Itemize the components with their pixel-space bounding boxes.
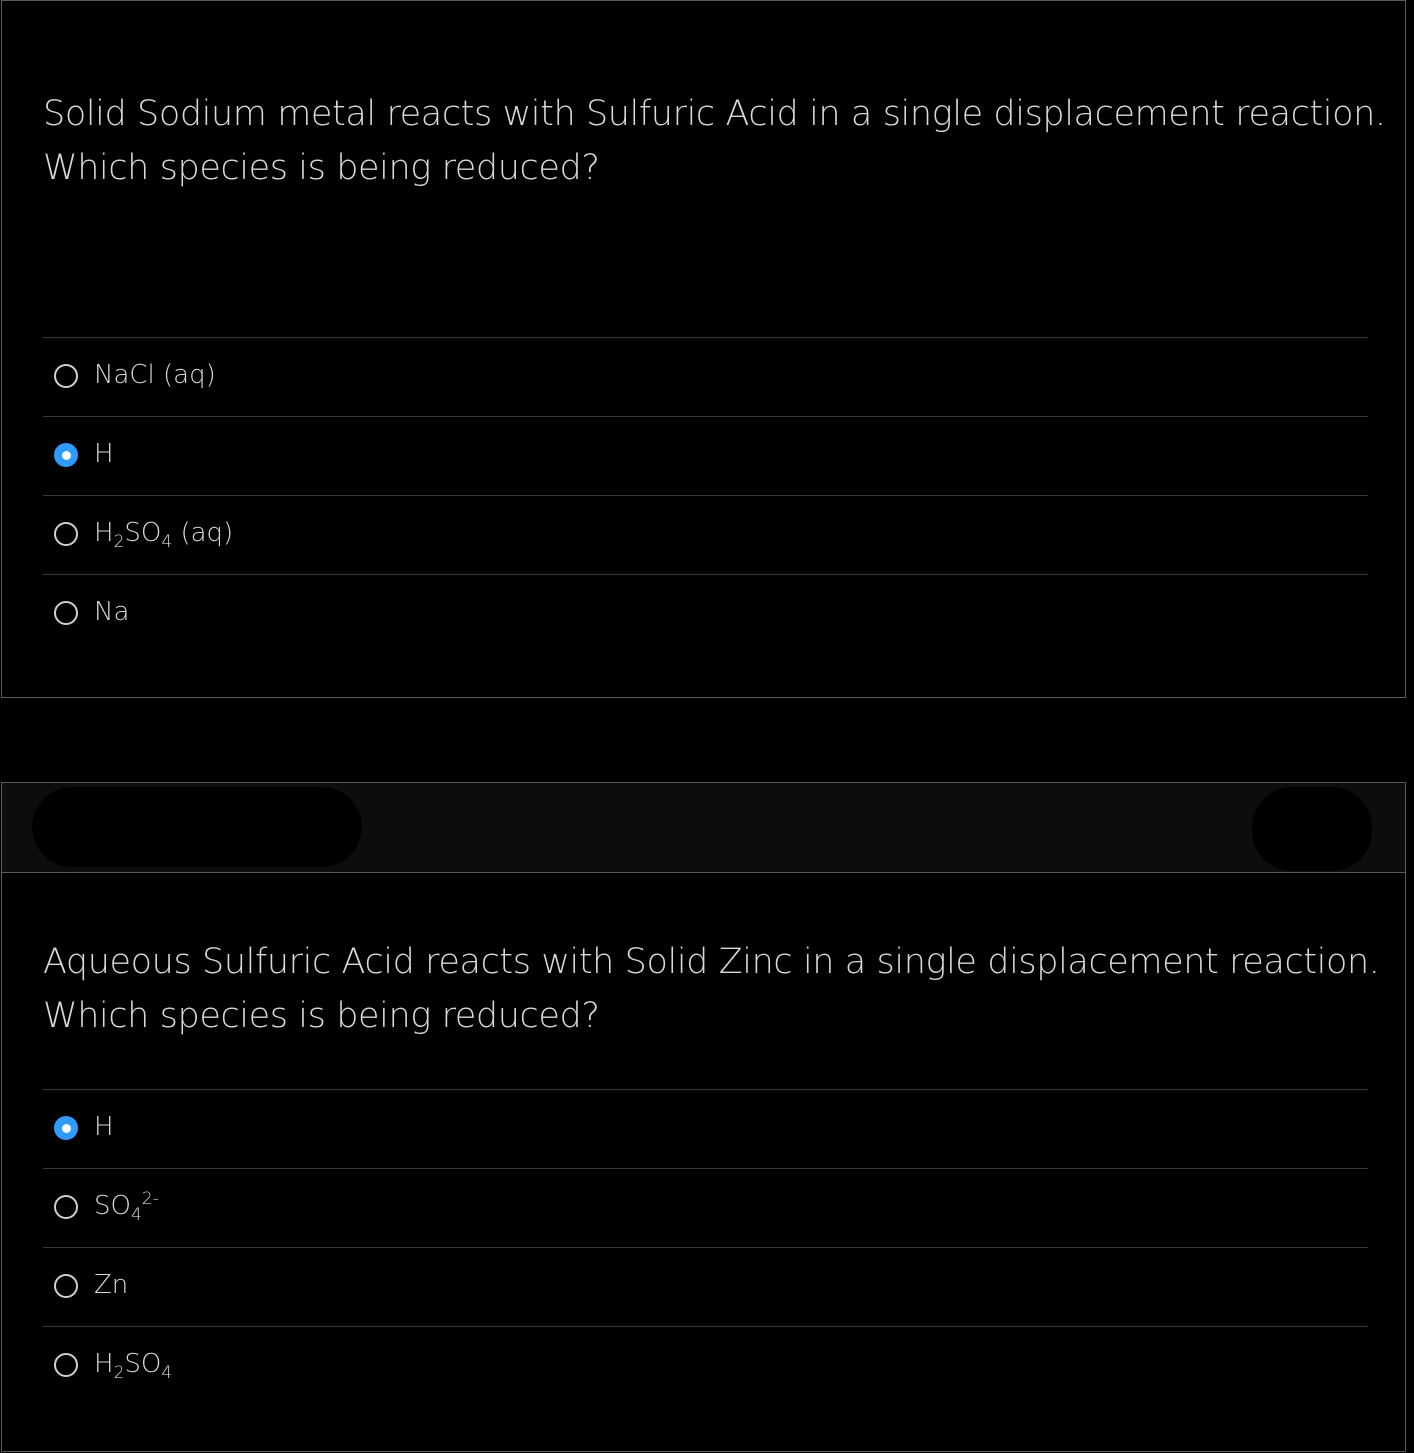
answer-label: Zn bbox=[94, 1270, 129, 1300]
formula-part: (aq) bbox=[172, 518, 234, 548]
radio-button[interactable] bbox=[54, 1274, 78, 1298]
answer-label: H2SO4 (aq) bbox=[94, 516, 234, 552]
radio-button[interactable] bbox=[54, 601, 78, 625]
question-text-line-2: Which species is being reduced? bbox=[43, 148, 600, 188]
answer-option[interactable]: H2SO4 bbox=[43, 1326, 1368, 1405]
question-card-1: Solid Sodium metal reacts with Sulfuric … bbox=[1, 0, 1406, 698]
answer-label: H bbox=[94, 1112, 114, 1142]
answer-option[interactable]: H2SO4 (aq) bbox=[43, 495, 1368, 574]
formula-part: SO bbox=[124, 518, 162, 548]
question-prompt: Aqueous Sulfuric Acid reacts with Solid … bbox=[43, 935, 1380, 1043]
formula-subscript: 2 bbox=[113, 532, 125, 552]
question-text-line-1: Aqueous Sulfuric Acid reacts with Solid … bbox=[43, 942, 1380, 982]
answer-option[interactable]: Na bbox=[43, 574, 1368, 653]
card-header bbox=[2, 783, 1405, 873]
formula-subscript: 4 bbox=[161, 532, 173, 552]
radio-button-selected[interactable] bbox=[54, 1116, 78, 1140]
redacted-area bbox=[1252, 787, 1372, 871]
radio-button[interactable] bbox=[54, 1353, 78, 1377]
radio-button[interactable] bbox=[54, 1195, 78, 1219]
formula-superscript: 2- bbox=[141, 1189, 159, 1209]
answer-option[interactable]: Zn bbox=[43, 1247, 1368, 1326]
answer-option[interactable]: NaCl (aq) bbox=[43, 337, 1368, 416]
answer-label: SO42- bbox=[94, 1189, 159, 1225]
formula-subscript: 4 bbox=[130, 1205, 142, 1225]
formula-subscript: 2 bbox=[113, 1363, 125, 1383]
answer-options: H SO42- Zn H2SO4 bbox=[43, 1089, 1368, 1405]
answer-option[interactable]: SO42- bbox=[43, 1168, 1368, 1247]
question-text-line-1: Solid Sodium metal reacts with Sulfuric … bbox=[43, 94, 1386, 134]
question-prompt: Solid Sodium metal reacts with Sulfuric … bbox=[43, 87, 1386, 195]
formula-part: H bbox=[94, 518, 114, 548]
formula-part: H bbox=[94, 1349, 114, 1379]
radio-button[interactable] bbox=[54, 364, 78, 388]
answer-options: NaCl (aq) H H2SO4 (aq) Na bbox=[43, 337, 1368, 653]
formula-part: SO bbox=[124, 1349, 162, 1379]
formula-part: SO bbox=[94, 1191, 131, 1221]
answer-option[interactable]: H bbox=[43, 1089, 1368, 1168]
answer-label: NaCl (aq) bbox=[94, 360, 216, 390]
answer-label: H2SO4 bbox=[94, 1347, 173, 1383]
question-card-2: Aqueous Sulfuric Acid reacts with Solid … bbox=[1, 782, 1406, 1452]
question-text-line-2: Which species is being reduced? bbox=[43, 996, 600, 1036]
answer-option[interactable]: H bbox=[43, 416, 1368, 495]
radio-button-selected[interactable] bbox=[54, 443, 78, 467]
radio-button[interactable] bbox=[54, 522, 78, 546]
redacted-area bbox=[32, 787, 362, 867]
formula-subscript: 4 bbox=[161, 1363, 173, 1383]
answer-label: Na bbox=[94, 597, 130, 627]
answer-label: H bbox=[94, 439, 114, 469]
